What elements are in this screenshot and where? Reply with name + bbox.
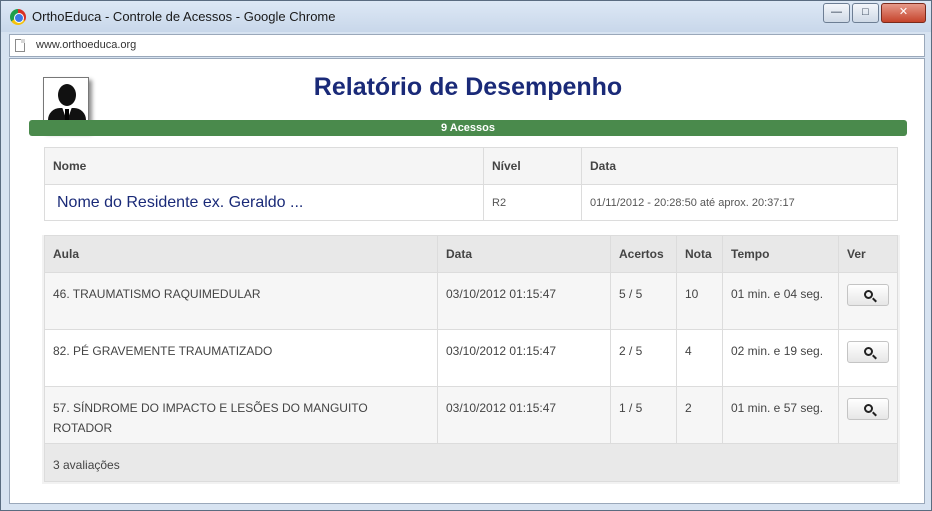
header-level: Nível: [483, 147, 582, 185]
minimize-button[interactable]: —: [823, 3, 850, 23]
view-details-button[interactable]: [847, 398, 889, 420]
page-title: Relatório de Desempenho: [313, 73, 623, 101]
lesson-time: 02 min. e 19 seg.: [722, 329, 839, 387]
resident-info-table: Nome Nível Data Nome do Residente ex. Ge…: [44, 147, 898, 221]
lesson-title: 57. SÍNDROME DO IMPACTO E LESÕES DO MANG…: [44, 386, 438, 444]
lesson-view-cell: [838, 329, 898, 387]
lesson-title: 46. TRAUMATISMO RAQUIMEDULAR: [44, 272, 438, 330]
view-details-button[interactable]: [847, 284, 889, 306]
lesson-title: 82. PÉ GRAVEMENTE TRAUMATIZADO: [44, 329, 438, 387]
header-lesson: Aula: [44, 235, 438, 273]
lesson-date: 03/10/2012 01:15:47: [437, 329, 611, 387]
header-time: Tempo: [722, 235, 839, 273]
zoom-in-icon: [864, 290, 873, 299]
page-content: Relatório de Desempenho 9 Acessos Nome N…: [9, 58, 925, 504]
lesson-date: 03/10/2012 01:15:47: [437, 272, 611, 330]
browser-window: OrthoEduca - Controle de Acessos - Googl…: [0, 0, 932, 511]
lesson-grade: 2: [676, 386, 723, 444]
lesson-grade: 4: [676, 329, 723, 387]
maximize-button[interactable]: □: [852, 3, 879, 23]
lesson-date: 03/10/2012 01:15:47: [437, 386, 611, 444]
lesson-correct: 2 / 5: [610, 329, 677, 387]
address-bar[interactable]: www.orthoeduca.org: [9, 34, 925, 57]
close-button[interactable]: ✕: [881, 3, 926, 23]
header-name: Nome: [44, 147, 484, 185]
view-details-button[interactable]: [847, 341, 889, 363]
lesson-time: 01 min. e 04 seg.: [722, 272, 839, 330]
lesson-correct: 1 / 5: [610, 386, 677, 444]
title-bar[interactable]: OrthoEduca - Controle de Acessos - Googl…: [1, 1, 931, 32]
access-date: 01/11/2012 - 20:28:50 até aprox. 20:37:1…: [581, 184, 898, 221]
table-footer: 3 avaliações: [44, 443, 898, 482]
lesson-view-cell: [838, 272, 898, 330]
header-date: Data: [581, 147, 898, 185]
lesson-time: 01 min. e 57 seg.: [722, 386, 839, 444]
zoom-in-icon: [864, 404, 873, 413]
header-lesson-date: Data: [437, 235, 611, 273]
lesson-view-cell: [838, 386, 898, 444]
lesson-correct: 5 / 5: [610, 272, 677, 330]
table-row: 46. TRAUMATISMO RAQUIMEDULAR 03/10/2012 …: [44, 272, 898, 330]
resident-level: R2: [483, 184, 582, 221]
chrome-icon: [10, 9, 26, 25]
header-view: Ver: [838, 235, 898, 273]
zoom-in-icon: [864, 347, 873, 356]
resident-name: Nome do Residente ex. Geraldo ...: [44, 184, 484, 221]
header-grade: Nota: [676, 235, 723, 273]
lesson-grade: 10: [676, 272, 723, 330]
page-icon: [15, 39, 25, 52]
lessons-panel: Aula Data Acertos Nota Tempo Ver 46. TRA…: [42, 235, 900, 484]
url-text[interactable]: www.orthoeduca.org: [36, 39, 136, 51]
window-title: OrthoEduca - Controle de Acessos - Googl…: [32, 9, 336, 24]
table-row: 82. PÉ GRAVEMENTE TRAUMATIZADO 03/10/201…: [44, 329, 898, 387]
lessons-table: Aula Data Acertos Nota Tempo Ver 46. TRA…: [44, 235, 898, 482]
header-correct: Acertos: [610, 235, 677, 273]
evaluation-count: 3 avaliações: [44, 443, 898, 482]
table-row: 57. SÍNDROME DO IMPACTO E LESÕES DO MANG…: [44, 386, 898, 444]
access-count-bar: 9 Acessos: [29, 120, 907, 136]
